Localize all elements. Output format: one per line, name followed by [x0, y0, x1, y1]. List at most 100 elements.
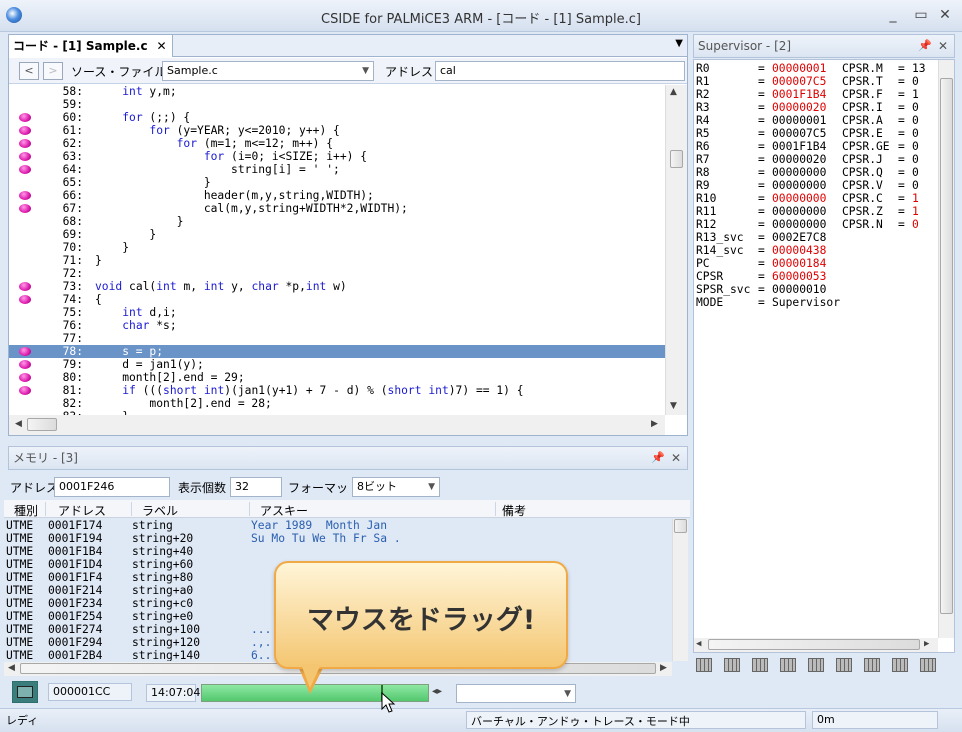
register-row[interactable]: R12 = 00000000 CPSR.N = 0: [696, 218, 936, 231]
code-line[interactable]: 62: for (m=1; m<=12; m++) {: [9, 137, 665, 150]
code-line[interactable]: 63: for (i=0; i<SIZE; i++) {: [9, 150, 665, 163]
register-window-tab-icon[interactable]: [780, 658, 796, 672]
close-icon[interactable]: ✕: [938, 35, 948, 57]
scroll-right-icon[interactable]: ▶: [924, 639, 929, 649]
code-line[interactable]: 81: if (((short int)(jan1(y+1) + 7 - d) …: [9, 384, 665, 397]
breakpoint-icon[interactable]: [19, 347, 31, 356]
breakpoint-icon[interactable]: [19, 360, 31, 369]
register-row[interactable]: R5 = 000007C5 CPSR.E = 0: [696, 127, 936, 140]
register-row[interactable]: R1 = 000007C5 CPSR.T = 0: [696, 75, 936, 88]
code-line[interactable]: 59:: [9, 98, 665, 111]
register-window-tab-icon[interactable]: [752, 658, 768, 672]
code-line[interactable]: 77:: [9, 332, 665, 345]
code-line[interactable]: 74: {: [9, 293, 665, 306]
scrollbar-thumb[interactable]: [674, 519, 687, 533]
register-window-tab-icon[interactable]: [836, 658, 852, 672]
code-line[interactable]: 76: char *s;: [9, 319, 665, 332]
minimize-icon[interactable]: _: [882, 6, 904, 24]
trace-select[interactable]: ▼: [456, 684, 576, 703]
breakpoint-icon[interactable]: [19, 204, 31, 213]
code-line[interactable]: 71:}: [9, 254, 665, 267]
scrollbar-thumb[interactable]: [940, 78, 953, 614]
code-line[interactable]: 78: s = p;: [9, 345, 665, 358]
code-line[interactable]: 61: for (y=YEAR; y<=2010; y++) {: [9, 124, 665, 137]
register-row[interactable]: CPSR = 60000053: [696, 270, 936, 283]
code-line[interactable]: 65: }: [9, 176, 665, 189]
memory-address-input[interactable]: 0001F246: [54, 477, 170, 497]
register-row[interactable]: R3 = 00000020 CPSR.I = 0: [696, 101, 936, 114]
close-icon[interactable]: ✕: [671, 447, 681, 469]
register-row[interactable]: R11 = 00000000 CPSR.Z = 1: [696, 205, 936, 218]
pin-icon[interactable]: 📌: [651, 447, 665, 469]
breakpoint-icon[interactable]: [19, 386, 31, 395]
register-window-tab-icon[interactable]: [696, 658, 712, 672]
code-line[interactable]: 70: }: [9, 241, 665, 254]
address-input[interactable]: cal: [435, 61, 685, 81]
register-row[interactable]: SPSR_svc = 00000010: [696, 283, 936, 296]
register-row[interactable]: R14_svc = 00000438: [696, 244, 936, 257]
code-line[interactable]: 68: }: [9, 215, 665, 228]
h-scrollbar-thumb[interactable]: [27, 418, 57, 431]
register-window-tab-icon[interactable]: [920, 658, 936, 672]
code-line[interactable]: 66: header(m,y,string,WIDTH);: [9, 189, 665, 202]
col-label[interactable]: ラベル: [134, 502, 250, 518]
code-line[interactable]: 67: cal(m,y,string+WIDTH*2,WIDTH);: [9, 202, 665, 215]
code-line[interactable]: 64: string[i] = ' ';: [9, 163, 665, 176]
register-row[interactable]: R0 = 00000001 CPSR.M = 13: [696, 62, 936, 75]
count-input[interactable]: 32: [230, 477, 282, 497]
tab-sample-c[interactable]: コード - [1] Sample.c ✕: [9, 35, 173, 57]
breakpoint-icon[interactable]: [19, 126, 31, 135]
register-row[interactable]: R9 = 00000000 CPSR.V = 0: [696, 179, 936, 192]
code-editor[interactable]: 58: int y,m; 59: 60: for (;;) {61: for (y=…: [9, 85, 665, 415]
memory-vertical-scrollbar[interactable]: [672, 519, 688, 661]
register-row[interactable]: R4 = 00000001 CPSR.A = 0: [696, 114, 936, 127]
breakpoint-icon[interactable]: [19, 191, 31, 200]
slider-step-left-icon[interactable]: ◂▸: [432, 686, 442, 697]
format-select[interactable]: 8ビット ▼: [352, 477, 440, 497]
scroll-right-icon[interactable]: ▶: [660, 663, 667, 673]
register-window-tab-icon[interactable]: [808, 658, 824, 672]
scrollbar-thumb[interactable]: [670, 150, 683, 168]
code-line[interactable]: 79: d = jan1(y);: [9, 358, 665, 371]
code-line[interactable]: 73: void cal(int m, int y, char *p,int w): [9, 280, 665, 293]
close-tab-icon[interactable]: ✕: [157, 35, 167, 57]
trace-icon[interactable]: [12, 681, 38, 703]
code-line[interactable]: 82: month[2].end = 28;: [9, 397, 665, 410]
h-scrollbar-thumb[interactable]: [708, 639, 920, 650]
code-line[interactable]: 75: int d,i;: [9, 306, 665, 319]
chevron-down-icon[interactable]: ▼: [675, 38, 683, 49]
source-file-select[interactable]: Sample.c ▼: [162, 61, 374, 81]
col-address[interactable]: アドレス: [48, 502, 132, 518]
breakpoint-icon[interactable]: [19, 165, 31, 174]
memory-row[interactable]: UTME 0001F1B4 string+40: [4, 545, 672, 558]
breakpoint-icon[interactable]: [19, 152, 31, 161]
register-row[interactable]: R10 = 00000000 CPSR.C = 1: [696, 192, 936, 205]
scroll-up-icon[interactable]: ▲: [670, 87, 677, 97]
scroll-left-icon[interactable]: ◀: [8, 663, 15, 673]
col-kind[interactable]: 種別: [4, 502, 46, 518]
memory-row[interactable]: UTME 0001F174 string Year 1989 Month Jan: [4, 519, 672, 532]
scroll-left-icon[interactable]: ◀: [15, 419, 22, 429]
col-notes[interactable]: 備考: [498, 502, 678, 518]
code-line[interactable]: 72:: [9, 267, 665, 280]
code-vertical-scrollbar[interactable]: ▲ ▼: [665, 85, 687, 415]
register-vertical-scrollbar[interactable]: [938, 60, 954, 638]
code-line[interactable]: 69: }: [9, 228, 665, 241]
breakpoint-icon[interactable]: [19, 373, 31, 382]
breakpoint-icon[interactable]: [19, 139, 31, 148]
breakpoint-icon[interactable]: [19, 282, 31, 291]
code-horizontal-scrollbar[interactable]: ◀ ▶: [9, 415, 665, 435]
scroll-left-icon[interactable]: ◀: [696, 639, 701, 649]
register-row[interactable]: MODE = Supervisor: [696, 296, 936, 309]
scroll-down-icon[interactable]: ▼: [670, 401, 677, 411]
code-line[interactable]: 58: int y,m;: [9, 85, 665, 98]
pin-icon[interactable]: 📌: [918, 35, 932, 57]
back-button[interactable]: <: [19, 62, 39, 80]
register-row[interactable]: R2 = 0001F1B4 CPSR.F = 1: [696, 88, 936, 101]
code-line[interactable]: 60: for (;;) {: [9, 111, 665, 124]
code-line[interactable]: 80: month[2].end = 29;: [9, 371, 665, 384]
register-window-tab-icon[interactable]: [724, 658, 740, 672]
register-horizontal-scrollbar[interactable]: ◀ ▶: [694, 638, 938, 652]
register-window-tab-icon[interactable]: [864, 658, 880, 672]
register-row[interactable]: PC = 00000184: [696, 257, 936, 270]
